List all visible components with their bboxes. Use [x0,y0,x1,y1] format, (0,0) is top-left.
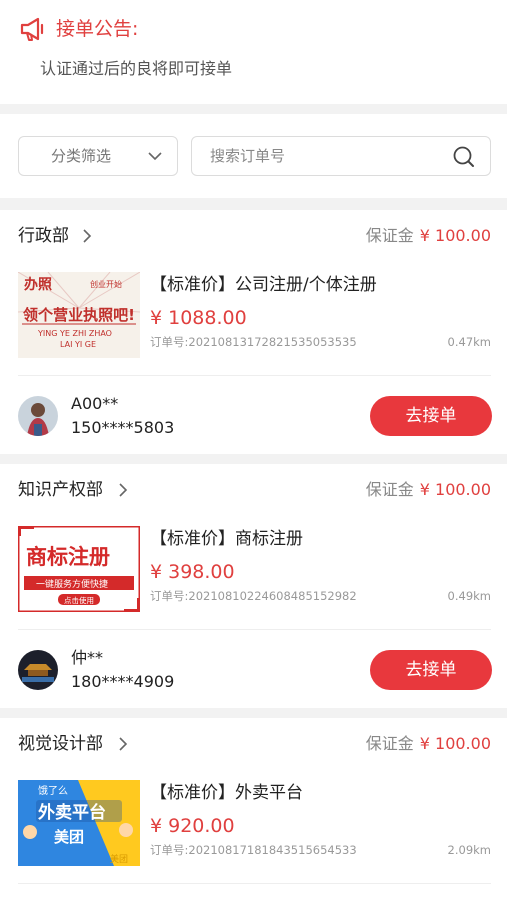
take-order-button[interactable]: 去接单 [370,396,492,436]
business-license-banner: 办照 创业开始 领个营业执照吧! YING YE ZHI ZHAO LAI YI… [18,272,140,358]
deposit-amount: ¥ 100.00 [419,734,491,753]
chevron-down-icon [148,152,162,161]
thumb-text: 美团 [54,828,84,846]
card-header: 知识产权部 保证金 ¥ 100.00 [0,464,507,516]
user-name: A00** [71,394,119,413]
user-phone: 180****4909 [71,672,175,691]
thumb-text: 商标注册 [26,545,110,569]
avatar [18,396,58,436]
divider [18,883,491,884]
order-price: ¥ 398.00 [150,561,235,583]
trademark-banner: 商标注册 一键服务方便快捷 点击使用 [18,526,140,612]
order-search-box [191,136,491,176]
order-number: 订单号:20210810224608485152982 [150,589,357,603]
chevron-right-icon[interactable] [116,482,130,498]
order-distance: 0.49km [447,589,491,603]
department-name[interactable]: 知识产权部 [18,478,103,502]
deposit-label: 保证金 [365,226,414,245]
order-distance: 0.47km [447,335,491,349]
deposit-label: 保证金 [365,734,414,753]
deposit-amount: ¥ 100.00 [419,226,491,245]
thumb-text: 点击使用 [64,595,94,605]
divider [18,375,491,376]
megaphone-icon [20,17,44,41]
filter-bar: 分类筛选 [0,114,507,198]
order-title[interactable]: 【标准价】外卖平台 [150,780,303,806]
order-card: 视觉设计部 保证金 ¥ 100.00 饿了么 外卖平台 美团 美团 【标准价】外卖… [0,718,507,900]
thumb-text: 领个营业执照吧! [22,306,135,324]
deposit-amount: ¥ 100.00 [419,480,491,499]
order-number: 订单号:20210817181843515654533 [150,843,357,857]
delivery-platform-banner: 饿了么 外卖平台 美团 美团 [18,780,140,866]
notice-text: 认证通过后的良将即可接单 [40,59,233,78]
card-header: 行政部 保证金 ¥ 100.00 [0,210,507,262]
deposit-info: 保证金 ¥ 100.00 [366,732,491,756]
thumb-text: 一键服务方便快捷 [36,578,108,590]
category-filter-label: 分类筛选 [51,147,112,165]
order-thumbnail[interactable]: 办照 创业开始 领个营业执照吧! YING YE ZHI ZHAO LAI YI… [18,272,140,358]
order-price: ¥ 1088.00 [150,307,247,329]
order-price: ¥ 920.00 [150,815,235,837]
thumb-text: 外卖平台 [38,802,106,823]
order-number: 订单号:20210813172821535053535 [150,335,357,349]
notice-title: 接单公告: [56,18,139,40]
deposit-label: 保证金 [365,480,414,499]
take-order-button[interactable]: 去接单 [370,650,492,690]
thumb-text: 美团 [110,853,128,865]
order-search-input[interactable] [210,137,440,175]
department-name[interactable]: 行政部 [18,224,69,248]
user-phone: 150****5803 [71,418,175,437]
order-thumbnail[interactable]: 饿了么 外卖平台 美团 美团 [18,780,140,866]
search-icon[interactable] [452,145,476,169]
category-filter-select[interactable]: 分类筛选 [18,136,178,176]
card-header: 视觉设计部 保证金 ¥ 100.00 [0,718,507,770]
department-name[interactable]: 视觉设计部 [18,732,103,756]
thumb-text: 饿了么 [38,785,68,797]
order-title[interactable]: 【标准价】商标注册 [150,526,303,552]
notice-section: 接单公告: 认证通过后的良将即可接单 [0,0,507,104]
chevron-right-icon[interactable] [116,736,130,752]
order-card: 知识产权部 保证金 ¥ 100.00 商标注册 一键服务方便快捷 点击使用 【标准… [0,464,507,708]
chevron-right-icon[interactable] [80,228,94,244]
thumb-text: LAI YI GE [60,340,96,349]
user-name: 仲** [71,648,104,667]
order-thumbnail[interactable]: 商标注册 一键服务方便快捷 点击使用 [18,526,140,612]
avatar [18,650,58,690]
thumb-text: YING YE ZHI ZHAO [37,329,112,338]
order-card: 行政部 保证金 ¥ 100.00 办照 创业开始 领个营业执照吧! YING YE… [0,210,507,454]
divider [18,629,491,630]
thumb-text: 办照 [24,276,52,293]
thumb-text: 创业开始 [90,279,122,289]
deposit-info: 保证金 ¥ 100.00 [366,224,491,248]
order-title[interactable]: 【标准价】公司注册/个体注册 [150,272,377,298]
order-distance: 2.09km [447,843,491,857]
deposit-info: 保证金 ¥ 100.00 [366,478,491,502]
